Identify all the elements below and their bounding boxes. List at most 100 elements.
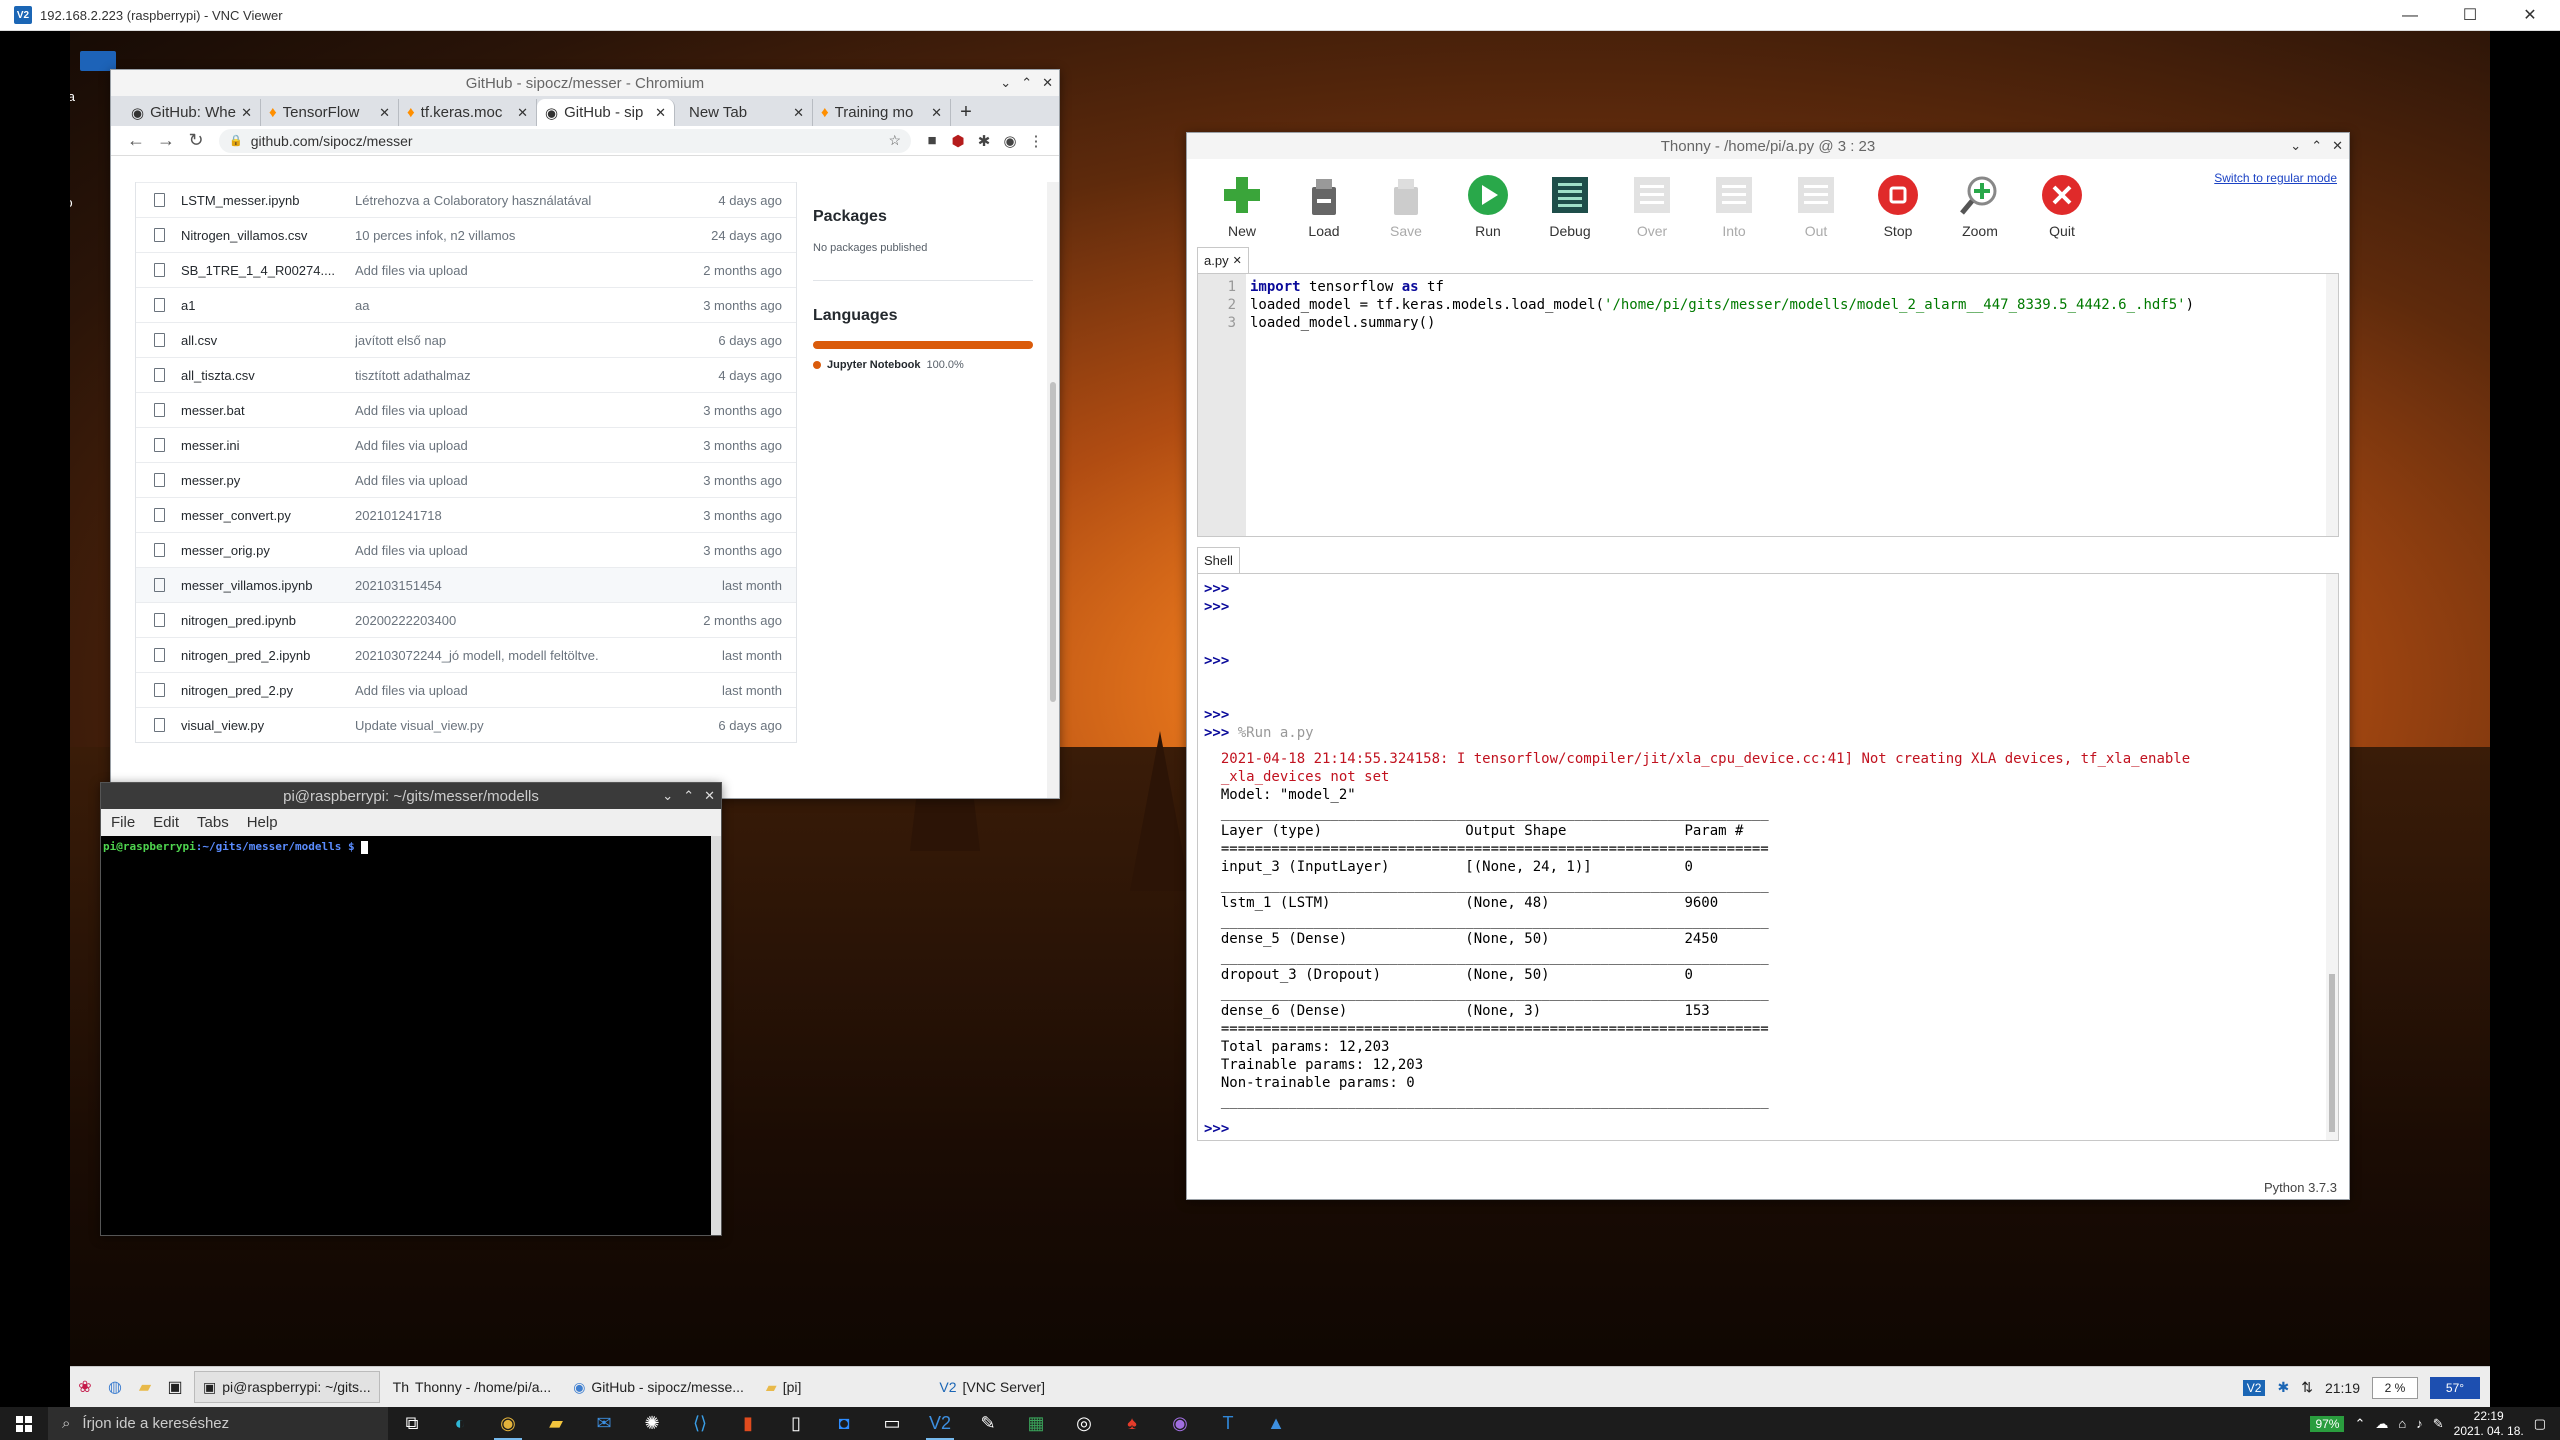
terminal-title-bar[interactable]: pi@raspberrypi: ~/gits/messer/modells ⌄ …	[101, 783, 721, 809]
new-tab-button[interactable]: +	[951, 99, 981, 126]
file-row[interactable]: SB_1TRE_1_4_R00274.... Add files via uplo…	[136, 252, 796, 287]
account-icon[interactable]: ◉	[997, 132, 1023, 150]
tab-close-icon[interactable]: ✕	[655, 105, 666, 121]
file-name[interactable]: Nitrogen_villamos.csv	[181, 228, 355, 243]
back-icon[interactable]: ←	[121, 130, 151, 151]
puzzle-icon[interactable]: ✱	[971, 132, 997, 150]
file-manager-icon[interactable]: ▰	[134, 1376, 156, 1398]
start-button[interactable]	[0, 1407, 48, 1440]
tab-close-icon[interactable]: ✕	[517, 105, 528, 121]
file-name[interactable]: SB_1TRE_1_4_R00274....	[181, 263, 355, 278]
file-row[interactable]: nitrogen_pred_2.py Add files via upload la…	[136, 672, 796, 707]
panel-task-vnc[interactable]: V2 [VNC Server]	[930, 1371, 1054, 1403]
browser-launcher-icon[interactable]: ◍	[104, 1376, 126, 1398]
browser-tab[interactable]: New Tab ✕	[675, 99, 813, 126]
panel-task-chromium[interactable]: ◉ GitHub - sipocz/messe...	[564, 1371, 753, 1403]
terminal-scrollbar[interactable]	[711, 836, 721, 1235]
thonny-title-bar[interactable]: Thonny - /home/pi/a.py @ 3 : 23 ⌄ ⌃ ✕	[1187, 133, 2349, 159]
commit-message[interactable]: tisztított adathalmaz	[355, 368, 696, 383]
chromium-window[interactable]: GitHub - sipocz/messer - Chromium ⌄ ⌃ ✕ …	[110, 69, 1060, 799]
menu-help[interactable]: Help	[247, 814, 278, 831]
chromium-title-bar[interactable]: GitHub - sipocz/messer - Chromium ⌄ ⌃ ✕	[111, 70, 1059, 96]
file-name[interactable]: messer.ini	[181, 438, 355, 453]
file-name[interactable]: messer_orig.py	[181, 543, 355, 558]
commit-message[interactable]: 10 perces infok, n2 villamos	[355, 228, 696, 243]
file-row[interactable]: nitrogen_pred_2.ipynb 202103072244_jó mod…	[136, 637, 796, 672]
address-bar[interactable]: 🔒 github.com/sipocz/messer ☆	[219, 128, 911, 153]
code-editor[interactable]: 1 2 3 import tensorflow as tf loaded_mod…	[1197, 273, 2339, 537]
file-row[interactable]: messer.ini Add files via upload 3 months a…	[136, 427, 796, 462]
file-row[interactable]: messer_villamos.ipynb 202103151454 last mo…	[136, 567, 796, 602]
close-icon[interactable]: ✕	[704, 788, 715, 804]
network-icon[interactable]: ⇅	[2301, 1379, 2313, 1396]
zoom-app-icon[interactable]: ◘	[820, 1407, 868, 1440]
file-row[interactable]: a1 aa 3 months ago	[136, 287, 796, 322]
language-entry[interactable]: Jupyter Notebook 100.0%	[813, 359, 1033, 371]
shell-output[interactable]: >>> >>> >>> >>> >>> %Run a.py 2021-04-18 21:…	[1197, 573, 2339, 1141]
tab-close-icon[interactable]: ✕	[241, 105, 252, 121]
file-name[interactable]: nitrogen_pred_2.py	[181, 683, 355, 698]
file-name[interactable]: nitrogen_pred.ipynb	[181, 613, 355, 628]
file-name[interactable]: messer_convert.py	[181, 508, 355, 523]
commit-message[interactable]: 202103151454	[355, 578, 696, 593]
close-icon[interactable]: ✕	[2332, 138, 2343, 154]
file-icon[interactable]: ▯	[772, 1407, 820, 1440]
page-scrollbar[interactable]	[1047, 182, 1059, 798]
file-row[interactable]: messer.bat Add files via upload 3 months a…	[136, 392, 796, 427]
acrobat-icon[interactable]: ♠	[1108, 1407, 1156, 1440]
commit-message[interactable]: aa	[355, 298, 696, 313]
file-name[interactable]: messer.bat	[181, 403, 355, 418]
steam-icon[interactable]: ◎	[1060, 1407, 1108, 1440]
terminal-output[interactable]: pi@raspberrypi:~/gits/messer/modells $	[101, 836, 711, 1235]
browser-tab-active[interactable]: ◉ GitHub - sip ✕	[537, 99, 675, 126]
file-row[interactable]: messer_orig.py Add files via upload 3 mont…	[136, 532, 796, 567]
forward-icon[interactable]: →	[151, 130, 181, 151]
thonny-window[interactable]: Thonny - /home/pi/a.py @ 3 : 23 ⌄ ⌃ ✕ Ne…	[1186, 132, 2350, 1200]
file-name[interactable]: all.csv	[181, 333, 355, 348]
commit-message[interactable]: Add files via upload	[355, 683, 696, 698]
tab-close-icon[interactable]: ✕	[1233, 254, 1242, 267]
maximize-icon[interactable]: ⌃	[2311, 138, 2322, 154]
vnc-tray-icon[interactable]: V2	[2242, 1379, 2266, 1396]
panel-task-thonny[interactable]: Th Thonny - /home/pi/a...	[384, 1371, 561, 1403]
commit-message[interactable]: Add files via upload	[355, 403, 696, 418]
bluetooth-icon[interactable]: ✱	[2277, 1379, 2289, 1396]
scrollbar-thumb[interactable]	[2329, 974, 2335, 1132]
file-row[interactable]: LSTM_messer.ipynb Létrehozva a Colaborato…	[136, 182, 796, 217]
toolbar-over-button[interactable]: Over	[1611, 173, 1693, 261]
desktop-trash-icon[interactable]	[80, 51, 116, 71]
file-name[interactable]: visual_view.py	[181, 718, 355, 733]
close-button[interactable]: ✕	[2500, 0, 2560, 31]
ublock-icon[interactable]: ⬢	[945, 132, 971, 150]
code-text[interactable]: import tensorflow as tf loaded_model = t…	[1250, 278, 2194, 332]
commit-message[interactable]: Add files via upload	[355, 438, 696, 453]
file-name[interactable]: LSTM_messer.ipynb	[181, 193, 355, 208]
file-row[interactable]: nitrogen_pred.ipynb 20200222203400 2 month…	[136, 602, 796, 637]
panel-task-files[interactable]: ▰ [pi]	[757, 1371, 810, 1403]
menu-edit[interactable]: Edit	[153, 814, 179, 831]
photos-icon[interactable]: ▲	[1252, 1407, 1300, 1440]
toolbar-out-button[interactable]: Out	[1775, 173, 1857, 261]
commit-message[interactable]: Update visual_view.py	[355, 718, 696, 733]
edge-icon[interactable]: ◐	[436, 1407, 484, 1440]
mail-icon[interactable]: ✉	[580, 1407, 628, 1440]
maximize-button[interactable]: ☐	[2440, 0, 2500, 31]
scrollbar-thumb[interactable]	[1050, 382, 1056, 702]
tab-close-icon[interactable]: ✕	[379, 105, 390, 121]
menu-kebab-icon[interactable]: ⋮	[1023, 132, 1049, 150]
commit-message[interactable]: Add files via upload	[355, 473, 696, 488]
task-view-icon[interactable]: ⧉	[388, 1407, 436, 1440]
commit-message[interactable]: Létrehozva a Colaboratory használatával	[355, 193, 696, 208]
chevron-down-icon[interactable]: ⌄	[2290, 138, 2301, 154]
commit-message[interactable]: Add files via upload	[355, 543, 696, 558]
vnc-remote-view[interactable]: Wa Co GitHub - sipocz/messer - Chromium …	[0, 31, 2560, 1407]
commit-message[interactable]: 202103072244_jó modell, modell feltöltve…	[355, 648, 696, 663]
maximize-icon[interactable]: ⌃	[683, 788, 694, 804]
bookmark-star-icon[interactable]: ☆	[888, 132, 901, 149]
terminal-launcher-icon[interactable]: ▣	[164, 1376, 186, 1398]
app-icon[interactable]: ✺	[628, 1407, 676, 1440]
file-name[interactable]: a1	[181, 298, 355, 313]
toolbar-into-button[interactable]: Into	[1693, 173, 1775, 261]
browser-tab[interactable]: ◉ GitHub: Whe ✕	[123, 99, 261, 126]
explorer-icon[interactable]: ▰	[532, 1407, 580, 1440]
